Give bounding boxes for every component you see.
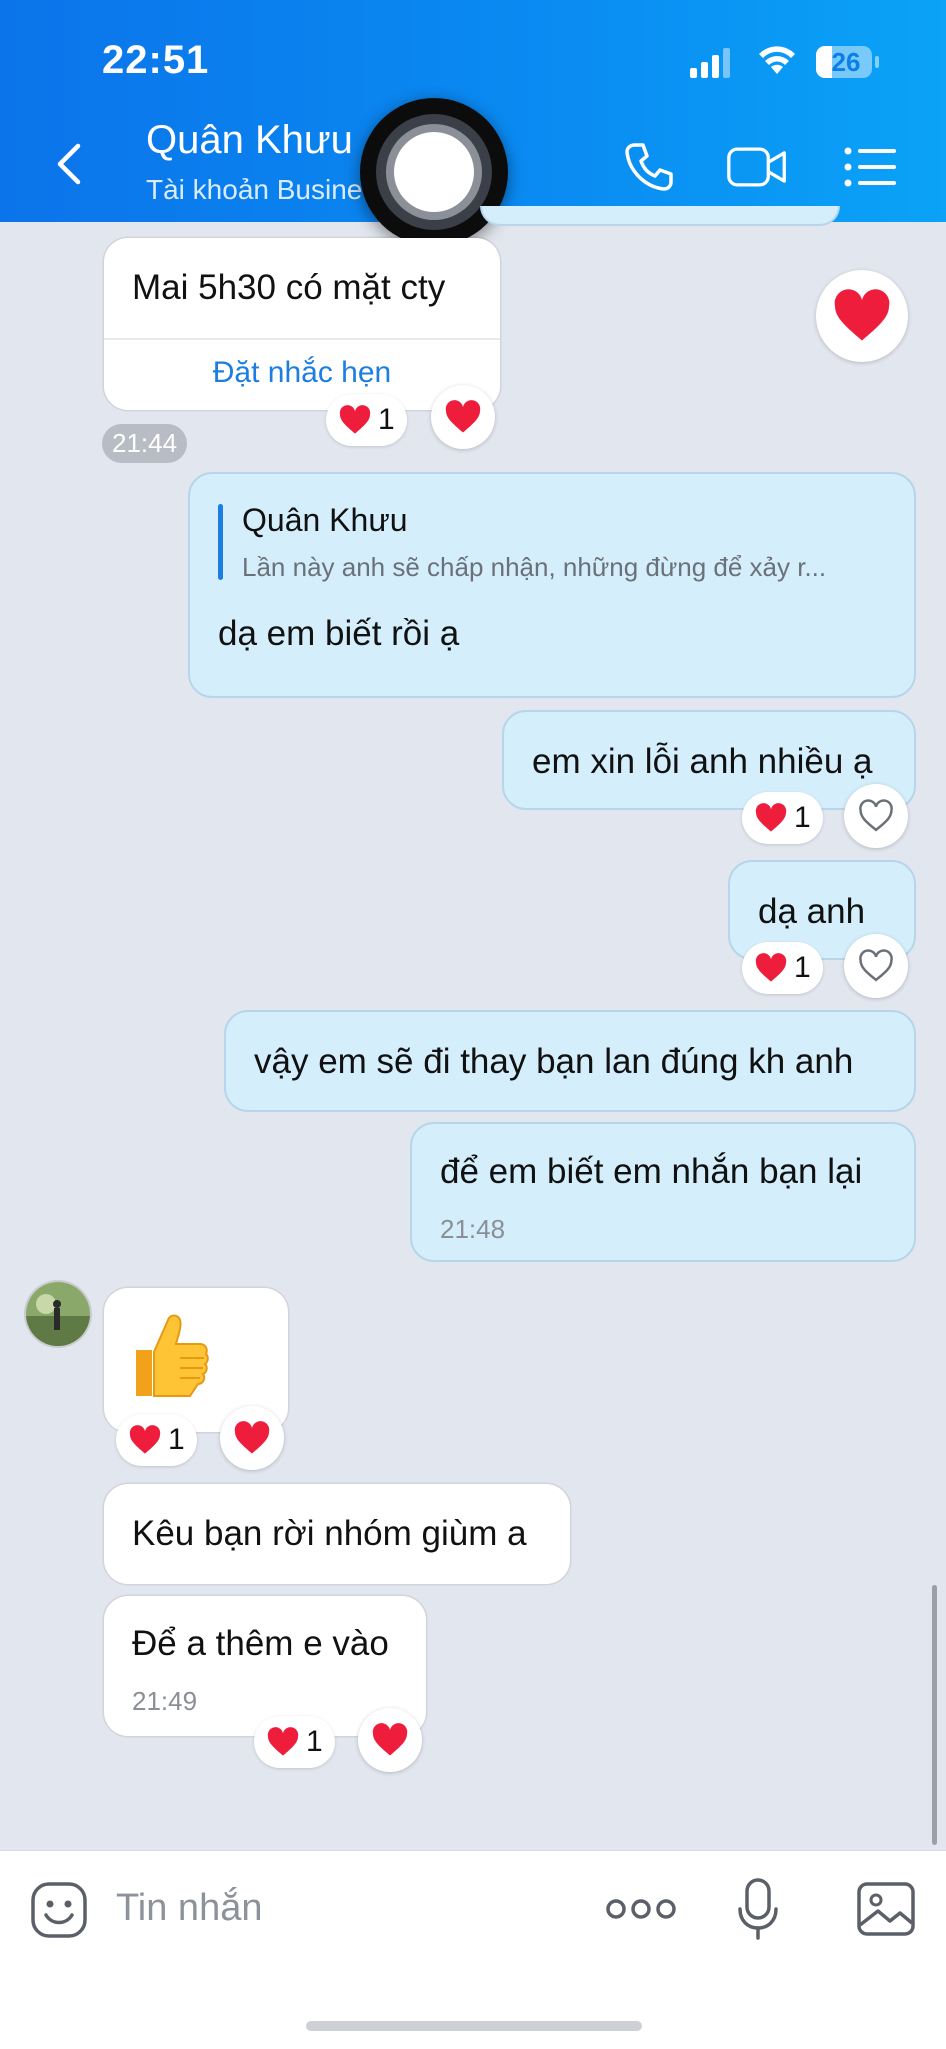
reaction-count: 1 bbox=[794, 951, 811, 984]
heart-icon bbox=[234, 1421, 270, 1454]
home-indicator[interactable] bbox=[306, 2021, 642, 2031]
phone-icon bbox=[625, 143, 673, 191]
status-time: 22:51 bbox=[102, 38, 210, 82]
message-bubble-incoming[interactable]: Kêu bạn rời nhóm giùm a bbox=[104, 1484, 570, 1584]
heart-icon bbox=[129, 1425, 161, 1454]
call-button[interactable] bbox=[618, 136, 680, 198]
battery-cap bbox=[875, 56, 879, 68]
message-input[interactable]: Tin nhắn bbox=[116, 1887, 262, 1930]
reaction-count: 1 bbox=[794, 801, 811, 834]
reaction-summary[interactable]: 1 bbox=[116, 1414, 197, 1466]
contact-subtitle: Tài khoản Busine bbox=[146, 174, 363, 205]
voice-button[interactable] bbox=[736, 1877, 780, 1941]
video-camera-icon bbox=[727, 147, 786, 187]
message-text: Để a thêm e vào bbox=[132, 1624, 389, 1663]
reaction-summary[interactable]: 1 bbox=[742, 942, 823, 994]
image-gallery-icon bbox=[857, 1882, 915, 1936]
react-button[interactable] bbox=[358, 1708, 422, 1772]
more-dots-icon bbox=[606, 1899, 676, 1919]
react-button[interactable] bbox=[220, 1406, 284, 1470]
message-bubble-outgoing[interactable]: Quân Khưu Lần này anh sẽ chấp nhận, nhữn… bbox=[188, 472, 916, 698]
message-time: 21:49 bbox=[132, 1686, 198, 1716]
message-text: Mai 5h30 có mặt cty bbox=[132, 268, 446, 307]
message-time-badge: 21:44 bbox=[102, 424, 188, 463]
more-button[interactable] bbox=[606, 1897, 676, 1921]
contact-name[interactable]: Quân Khưu bbox=[146, 118, 353, 163]
message-text: dạ em biết rồi ạ bbox=[218, 614, 460, 653]
reaction-summary[interactable]: 1 bbox=[254, 1716, 335, 1768]
heart-icon bbox=[834, 289, 890, 341]
message-time: 21:48 bbox=[440, 1214, 506, 1244]
heart-icon bbox=[339, 405, 371, 434]
assistive-touch-button[interactable] bbox=[360, 98, 508, 246]
previous-bubble-edge bbox=[480, 206, 840, 226]
avatar-image bbox=[26, 1282, 90, 1346]
message-bubble-outgoing[interactable]: để em biết em nhắn bạn lại 21:48 bbox=[410, 1122, 916, 1262]
signal-icon bbox=[690, 48, 730, 78]
set-reminder-link[interactable]: Đặt nhắc hẹn bbox=[104, 356, 500, 390]
heart-outline-icon bbox=[859, 799, 893, 832]
heart-icon bbox=[755, 803, 787, 832]
message-text: để em biết em nhắn bạn lại bbox=[440, 1152, 863, 1191]
react-button[interactable] bbox=[431, 385, 495, 449]
heart-icon bbox=[372, 1723, 408, 1756]
react-button[interactable] bbox=[844, 784, 908, 848]
list-menu-icon bbox=[844, 147, 896, 187]
quick-react-button[interactable] bbox=[816, 270, 908, 362]
message-bubble-incoming[interactable]: Mai 5h30 có mặt cty Đặt nhắc hẹn bbox=[104, 238, 500, 410]
message-composer: Tin nhắn bbox=[0, 1850, 946, 2049]
reaction-count: 1 bbox=[306, 1725, 323, 1758]
reaction-summary[interactable]: 1 bbox=[326, 394, 407, 446]
reaction-count: 1 bbox=[168, 1423, 185, 1456]
quote-author: Quân Khưu bbox=[242, 502, 408, 538]
video-call-button[interactable] bbox=[726, 136, 788, 198]
message-text: em xin lỗi anh nhiều ạ bbox=[532, 742, 873, 781]
heart-icon bbox=[755, 953, 787, 982]
wifi-icon bbox=[759, 46, 795, 74]
emoji-button[interactable] bbox=[30, 1881, 88, 1939]
microphone-icon bbox=[738, 1878, 778, 1940]
reaction-summary[interactable]: 1 bbox=[742, 792, 823, 844]
heart-outline-icon bbox=[859, 949, 893, 982]
message-text: Kêu bạn rời nhóm giùm a bbox=[132, 1514, 527, 1553]
sticker-emoji-icon bbox=[31, 1882, 87, 1938]
heart-icon bbox=[267, 1727, 299, 1756]
back-button[interactable] bbox=[48, 140, 96, 188]
react-button[interactable] bbox=[844, 934, 908, 998]
quote-text: Lần này anh sẽ chấp nhận, những đừng để … bbox=[242, 552, 827, 582]
message-text: dạ anh bbox=[758, 892, 866, 931]
message-bubble-outgoing[interactable]: vậy em sẽ đi thay bạn lan đúng kh anh bbox=[224, 1010, 916, 1112]
image-button[interactable] bbox=[856, 1881, 916, 1937]
menu-button[interactable] bbox=[840, 136, 902, 198]
thumbs-up-icon bbox=[136, 1314, 209, 1397]
scrollbar[interactable] bbox=[932, 1585, 937, 1845]
battery-text: 26 bbox=[831, 47, 861, 77]
message-text: vậy em sẽ đi thay bạn lan đúng kh anh bbox=[254, 1042, 854, 1081]
reaction-count: 1 bbox=[378, 403, 395, 436]
heart-icon bbox=[445, 400, 481, 433]
quote-bar bbox=[218, 504, 223, 580]
avatar[interactable] bbox=[26, 1282, 90, 1346]
